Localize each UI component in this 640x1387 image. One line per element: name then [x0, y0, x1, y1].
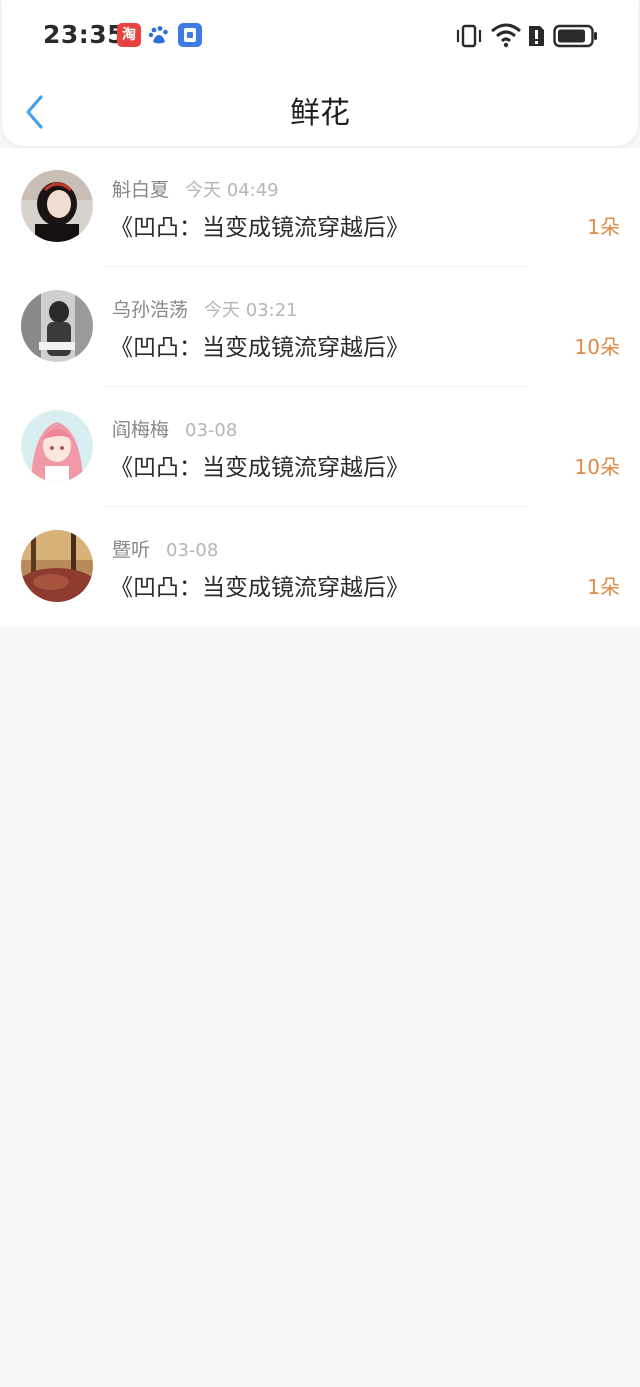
flower-count: 10朵 [574, 335, 620, 359]
taobao-icon: 淘 [117, 23, 141, 47]
book-title: 《凹凸：当变成镜流穿越后》 [110, 455, 409, 481]
timestamp: 03-08 [166, 540, 219, 561]
list-item[interactable]: 暨听 03-08 《凹凸：当变成镜流穿越后》 1朵 [0, 508, 640, 628]
user-name-text: 斛白夏 [112, 179, 170, 201]
baidu-icon [148, 26, 168, 44]
wallet-icon [178, 23, 202, 47]
list-item[interactable]: 阎梅梅 03-08 《凹凸：当变成镜流穿越后》 10朵 [0, 388, 640, 508]
alert-icon [529, 26, 544, 46]
user-name: 斛白夏 今天 04:49 [112, 175, 279, 202]
wifi-icon [491, 23, 521, 48]
avatar[interactable] [21, 410, 93, 482]
user-name-text: 阎梅梅 [112, 419, 170, 441]
vibrate-icon [456, 24, 482, 48]
status-time: 23:35 [43, 20, 126, 49]
user-name: 阎梅梅 03-08 [112, 415, 237, 442]
avatar[interactable] [21, 290, 93, 362]
user-name: 暨听 03-08 [112, 535, 218, 562]
list-item[interactable]: 乌孙浩荡 今天 03:21 《凹凸：当变成镜流穿越后》 10朵 [0, 268, 640, 388]
battery-icon [553, 24, 597, 48]
user-name-text: 暨听 [112, 539, 151, 561]
avatar[interactable] [21, 170, 93, 242]
timestamp: 今天 04:49 [185, 180, 279, 201]
book-title: 《凹凸：当变成镜流穿越后》 [110, 575, 409, 601]
divider [104, 506, 528, 507]
user-name-text: 乌孙浩荡 [112, 299, 189, 321]
divider [104, 266, 528, 267]
flower-count: 1朵 [587, 215, 620, 239]
page-title: 鲜花 [290, 96, 350, 131]
user-name: 乌孙浩荡 今天 03:21 [112, 295, 298, 322]
flower-count: 10朵 [574, 455, 620, 479]
status-bar: 23:35 淘 [0, 0, 640, 72]
flower-list: 斛白夏 今天 04:49 《凹凸：当变成镜流穿越后》 1朵 乌孙浩荡 今天 03:2… [0, 148, 640, 626]
book-title: 《凹凸：当变成镜流穿越后》 [110, 215, 409, 241]
timestamp: 03-08 [185, 420, 238, 441]
flower-count: 1朵 [587, 575, 620, 599]
divider [104, 386, 528, 387]
timestamp: 今天 03:21 [204, 300, 298, 321]
list-item[interactable]: 斛白夏 今天 04:49 《凹凸：当变成镜流穿越后》 1朵 [0, 148, 640, 268]
avatar[interactable] [21, 530, 93, 602]
book-title: 《凹凸：当变成镜流穿越后》 [110, 335, 409, 361]
